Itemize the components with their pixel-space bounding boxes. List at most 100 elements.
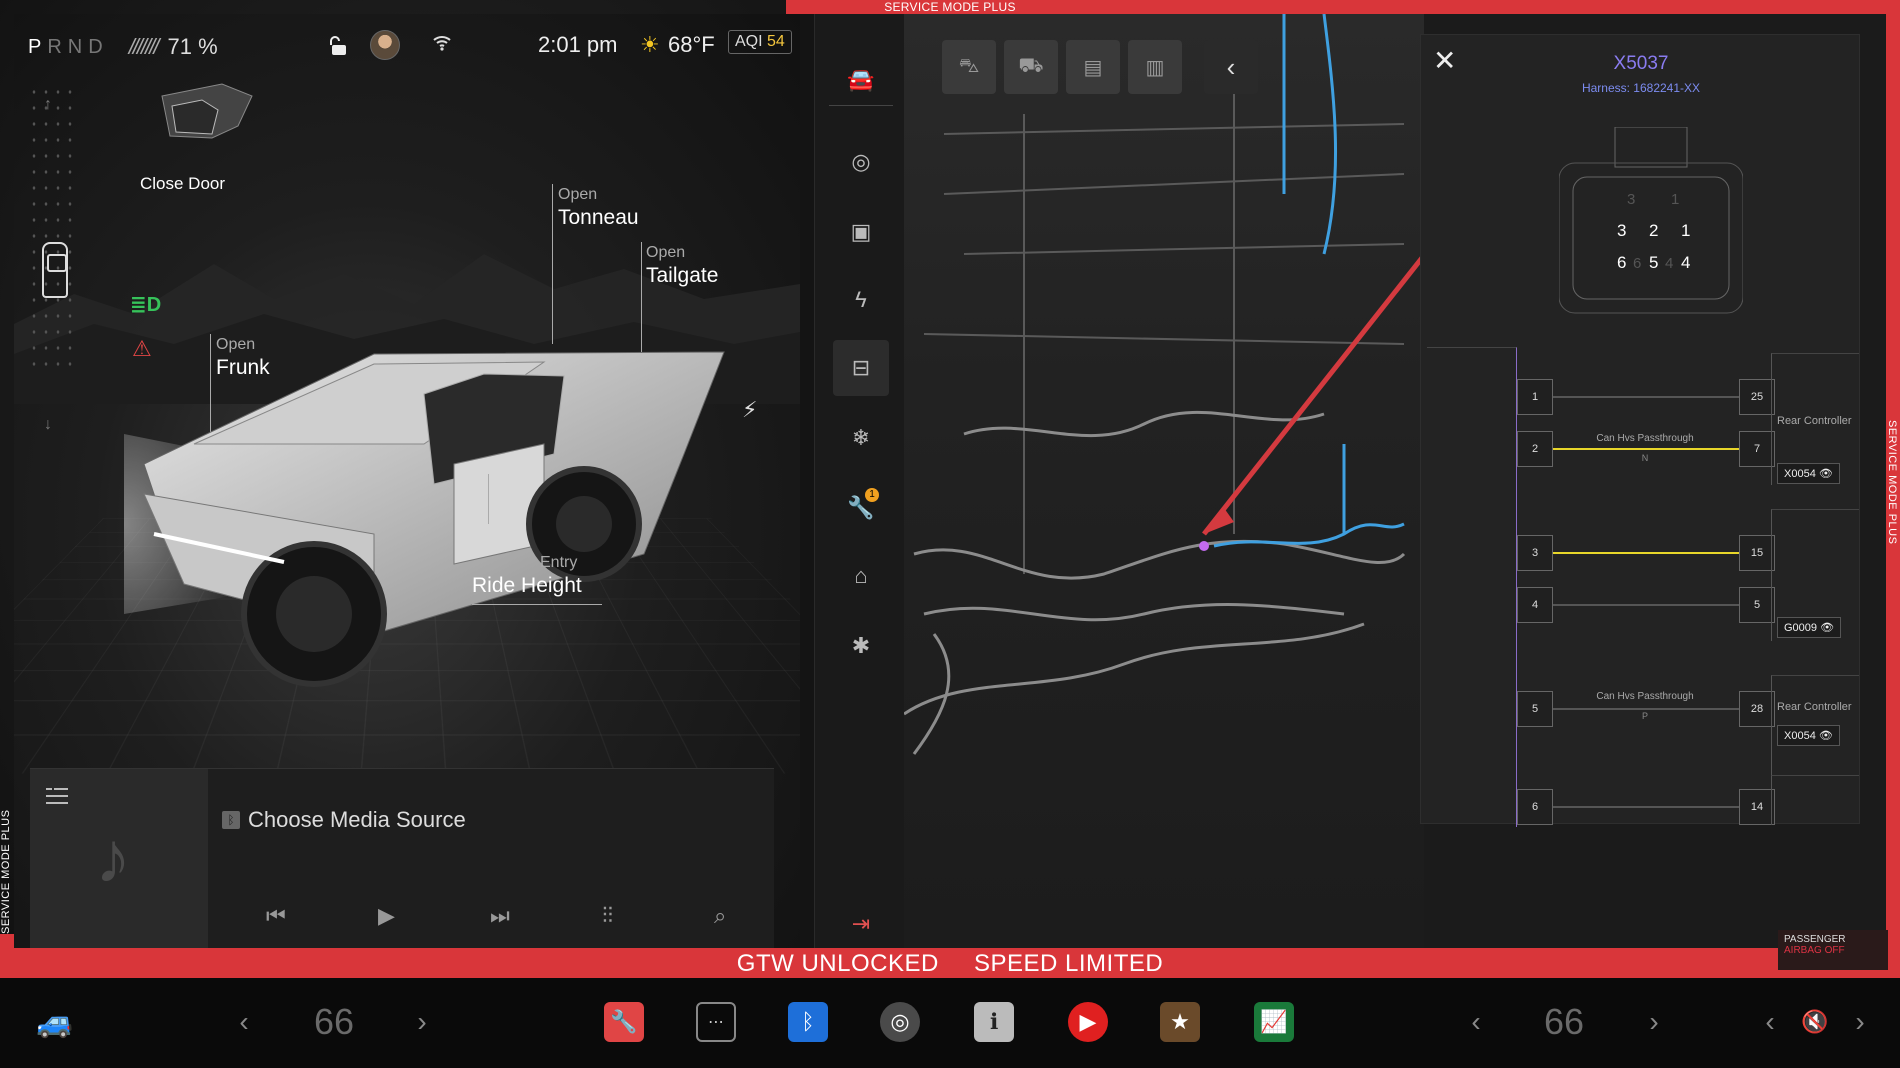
connector-ghost-pin: 3 <box>1627 191 1636 208</box>
wire-line <box>1553 806 1739 808</box>
ride-height-button[interactable]: Ride Height <box>472 574 582 598</box>
view-tabs: ⛍ ⛟ ▤ ▥ <box>942 40 1182 94</box>
status-bar: PRND ///////71 % 2:01 pm ☀ 68°F AQI 54 <box>28 30 798 62</box>
aqi-badge: AQI 54 <box>728 30 792 54</box>
door-icon[interactable] <box>142 76 262 166</box>
wire-line <box>1553 708 1739 710</box>
wire-pin-dest[interactable]: 14 <box>1739 789 1775 825</box>
connector-pin[interactable]: 4 <box>1681 253 1690 273</box>
passenger-airbag-indicator: PASSENGER AIRBAG OFF <box>1778 930 1888 970</box>
passenger-temperature[interactable]: 66 <box>1536 1000 1592 1044</box>
more-apps-icon[interactable]: ⋯ <box>696 1000 736 1044</box>
play-icon[interactable]: ▶ <box>378 903 395 929</box>
connector-id: X5037 <box>1613 53 1669 74</box>
dashcam-app-icon[interactable]: ◎ <box>880 1000 920 1044</box>
airbag-person-icon[interactable]: ✱ <box>833 618 889 674</box>
open-tailgate-button[interactable]: Tailgate <box>646 264 718 288</box>
wire-label: Can Hvs Passthrough <box>1596 691 1694 702</box>
steering-wheel-icon[interactable]: ◎ <box>833 134 889 190</box>
open-tonneau-button[interactable]: Tonneau <box>558 206 639 230</box>
media-source-title[interactable]: Choose Media Source <box>248 807 466 833</box>
equalizer-icon[interactable]: ⫶⫶ <box>602 903 613 929</box>
wire-pin-dest[interactable]: 15 <box>1739 535 1775 571</box>
controller-id-link[interactable]: X0054 👁 <box>1777 725 1840 746</box>
driver-temperature[interactable]: 66 <box>306 1000 362 1044</box>
chip-icon[interactable]: ▣ <box>833 204 889 260</box>
service-app-icon[interactable]: 🔧 <box>604 1000 644 1044</box>
wire-pin-source[interactable]: 2 <box>1517 431 1553 467</box>
bluetooth-app-icon[interactable]: ᛒ <box>788 1000 828 1044</box>
view-interior-tab[interactable]: ▥ <box>1128 40 1182 94</box>
volume-up-icon[interactable]: › <box>1850 1000 1870 1044</box>
wrench-icon[interactable]: 🔧 1 <box>833 480 889 536</box>
view-side-tab[interactable]: ⛍ <box>942 40 996 94</box>
volume-down-icon[interactable]: ‹ <box>1760 1000 1780 1044</box>
tailgate-action-label: Open <box>646 244 686 261</box>
sun-icon: ☀ <box>640 32 660 57</box>
unlocked-icon[interactable] <box>330 36 348 56</box>
connector-pin[interactable]: 3 <box>1617 221 1626 241</box>
next-track-icon[interactable]: ⏭ <box>490 903 510 929</box>
energy-app-icon[interactable]: 📈 <box>1254 1000 1294 1044</box>
cybertruck-3d-model <box>124 351 725 687</box>
connector-pin[interactable]: 6 <box>1617 253 1626 273</box>
media-app-icon[interactable]: ▶ <box>1068 1000 1108 1044</box>
view-front-tab[interactable]: ⛟ <box>1004 40 1058 94</box>
toybox-app-icon[interactable]: ★ <box>1160 1000 1200 1044</box>
gear-selector: PRND <box>28 35 109 58</box>
service-nav-rail: 🚘 ◎ ▣ ϟ ⊟ ❄ 🔧 1 ⌂ ✱ ⇥ <box>814 14 904 948</box>
controller-id-link[interactable]: G0009 👁 <box>1777 617 1842 638</box>
wire-pin-dest[interactable]: 5 <box>1739 587 1775 623</box>
headlight-icon: ≣D <box>130 294 162 316</box>
driver-temp-up-icon[interactable]: › <box>412 1000 432 1044</box>
collapse-panel-button[interactable]: ‹ <box>1204 40 1258 94</box>
wire-pin-dest[interactable]: 7 <box>1739 431 1775 467</box>
snowflake-icon[interactable]: ❄ <box>833 410 889 466</box>
connector-pin[interactable]: 2 <box>1649 221 1658 241</box>
service-status-banner: GTW UNLOCKED SPEED LIMITED <box>0 950 1900 978</box>
wire-pin-source[interactable]: 1 <box>1517 379 1553 415</box>
wire-pin-source[interactable]: 6 <box>1517 789 1553 825</box>
up-arrow-icon[interactable]: ↑ <box>44 96 52 114</box>
tonneau-leader <box>552 184 553 344</box>
driver-temp-down-icon[interactable]: ‹ <box>234 1000 254 1044</box>
lightning-icon[interactable]: ϟ <box>833 272 889 328</box>
mute-icon[interactable]: 🔇 <box>1800 1000 1830 1044</box>
wire-pin-source[interactable]: 5 <box>1517 691 1553 727</box>
wifi-icon[interactable] <box>432 34 452 52</box>
passenger-temp-up-icon[interactable]: › <box>1644 1000 1664 1044</box>
connector-pin[interactable]: 1 <box>1681 221 1690 241</box>
media-menu-icon[interactable] <box>46 787 68 805</box>
car-top-view-icon[interactable] <box>42 242 68 298</box>
seat-icon[interactable]: ⌂ <box>833 548 889 604</box>
passenger-temp-down-icon[interactable]: ‹ <box>1466 1000 1486 1044</box>
view-rear-tab[interactable]: ▤ <box>1066 40 1120 94</box>
close-door-button[interactable]: Close Door <box>140 174 225 194</box>
controller-block <box>1771 775 1859 825</box>
wire-pin-dest[interactable]: 28 <box>1739 691 1775 727</box>
search-icon[interactable]: ⌕ <box>714 903 726 929</box>
battery-tool-icon[interactable]: ⊟ <box>833 340 889 396</box>
eye-icon: 👁 <box>1818 468 1833 480</box>
previous-track-icon[interactable]: ⏮ <box>266 903 286 929</box>
controller-id-link[interactable]: X0054 👁 <box>1777 463 1840 484</box>
connector-ghost-pin: 1 <box>1671 191 1680 208</box>
wire-pin-dest[interactable]: 25 <box>1739 379 1775 415</box>
door-dots-panel <box>28 84 78 374</box>
wire-source-block <box>1427 347 1517 827</box>
harness-viewer: ⛍ ⛟ ▤ ▥ ‹ ✕ X5037 Harness: 1682241-XX 3 … <box>904 14 1886 948</box>
bluetooth-source-icon: ᛒ <box>222 811 240 829</box>
ride-height-underline <box>472 604 602 605</box>
speed-limited-label: SPEED LIMITED <box>973 950 1164 977</box>
exit-service-icon[interactable]: ⇥ <box>833 896 889 948</box>
album-art: ♪ <box>30 769 208 948</box>
manual-app-icon[interactable]: ℹ <box>974 1000 1014 1044</box>
connector-pin[interactable]: 5 <box>1649 253 1658 273</box>
car-controls-icon[interactable]: 🚙 <box>30 1000 80 1044</box>
wire-pin-source[interactable]: 3 <box>1517 535 1553 571</box>
charge-port-icon[interactable]: ⚡ <box>742 397 757 423</box>
down-arrow-icon[interactable]: ↓ <box>44 416 52 434</box>
driver-profile-avatar[interactable] <box>370 30 400 60</box>
car-icon[interactable]: 🚘 <box>833 52 889 108</box>
wire-pin-source[interactable]: 4 <box>1517 587 1553 623</box>
